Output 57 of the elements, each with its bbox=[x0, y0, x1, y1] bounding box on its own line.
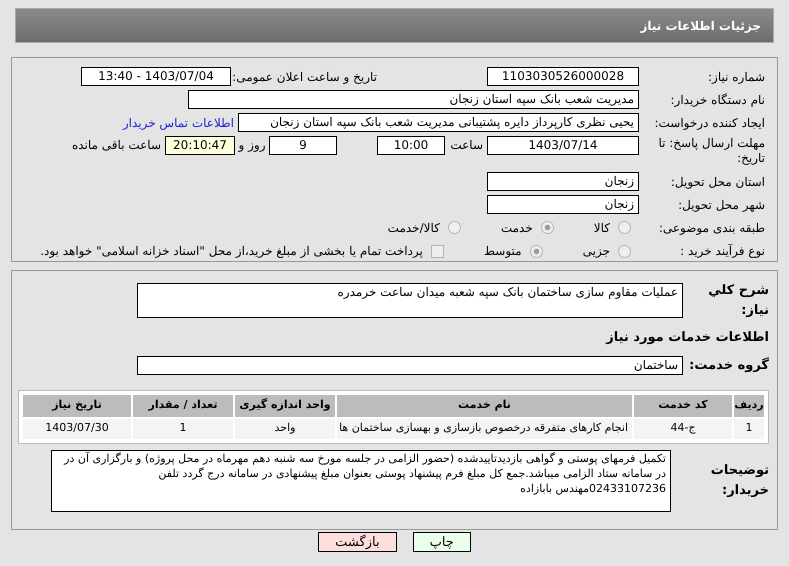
contact-link[interactable]: اطلاعات تماس خریدار bbox=[122, 114, 238, 132]
field-label: نوع فرآیند خرید : bbox=[679, 243, 766, 260]
radio-label: کالا bbox=[594, 220, 610, 237]
field-label: استان محل تحویل: bbox=[670, 174, 766, 190]
print-button[interactable]: چاپ bbox=[412, 532, 471, 552]
text-field[interactable]: ساختمان bbox=[137, 356, 683, 376]
column-header: نام خدمت bbox=[337, 394, 632, 416]
radio-label: کالا/خدمت bbox=[388, 220, 440, 237]
checkbox[interactable] bbox=[430, 244, 444, 258]
field-label: روز و bbox=[237, 137, 266, 154]
text-field[interactable]: یحیی نظری کارپرداز دایره پشتیبانی مدیریت شعب بانک سپه استان زنجان bbox=[238, 113, 639, 132]
column-header: واحد اندازه گیری bbox=[235, 394, 335, 416]
table-cell: 1 bbox=[133, 418, 233, 438]
table-cell: واحد bbox=[235, 418, 335, 438]
page-title: جزئیات اطلاعات نیاز bbox=[640, 18, 761, 34]
field-label: ایجاد کننده درخواست: bbox=[653, 114, 766, 132]
text-field[interactable]: 20:10:47 bbox=[165, 136, 235, 155]
table-cell: ج-44 bbox=[634, 418, 732, 438]
checkbox-label: پرداخت تمام یا بخشی از مبلغ خرید،از محل "اسناد خزانه اسلامی" خواهد بود. bbox=[40, 243, 423, 260]
text-field[interactable]: 1103030526000028 bbox=[487, 67, 639, 86]
text-field[interactable]: 9 bbox=[269, 136, 337, 155]
field-label: شرح کلي نياز: bbox=[707, 282, 769, 320]
text-field[interactable]: 10:00 bbox=[377, 136, 445, 155]
text-field[interactable]: 1403/07/04 - 13:40 bbox=[81, 67, 231, 86]
radio-button[interactable] bbox=[618, 244, 631, 258]
notes-textarea[interactable]: تکمیل فرمهای پوستی و گواهی بازدیدتاییدشده (حضور الزامی در جلسه مورخ سه شنبه دهم مهرماه در محل پروژه) و بارگزاری آن در در سامانه ستاد الزامی میباشد.جمع کل مبلغ فرم پیشنهاد پوستی بعنوان مبلغ پیشنهادی در سامانه درج گردد تلفن 02433107236مهندس بابازاده bbox=[51, 450, 671, 512]
field-label: نام دستگاه خریدار: bbox=[670, 92, 766, 108]
text-field[interactable]: زنجان bbox=[487, 172, 639, 191]
column-header: کد خدمت bbox=[634, 394, 732, 416]
radio-label: متوسط bbox=[484, 243, 522, 260]
field-label: ساعت باقی مانده bbox=[72, 137, 162, 154]
table-cell: 1403/07/30 bbox=[23, 418, 131, 438]
field-label: شماره نیاز: bbox=[707, 68, 766, 86]
field-label: شهر محل تحویل: bbox=[677, 196, 766, 214]
field-label: تاریخ و ساعت اعلان عمومی: bbox=[231, 68, 378, 86]
table-cell: 1 bbox=[734, 418, 764, 438]
column-header: ردیف bbox=[734, 394, 764, 416]
description-textarea[interactable]: عملیات مقاوم سازی ساختمان بانک سپه شعبه میدان ساعت خرمدره bbox=[137, 283, 683, 318]
radio-label: خدمت bbox=[500, 220, 533, 237]
text-field[interactable]: زنجان bbox=[487, 195, 639, 214]
field-label: توضیحات خریدار: bbox=[710, 462, 769, 500]
radio-button[interactable] bbox=[448, 221, 461, 234]
back-button[interactable]: بازگشت bbox=[318, 532, 397, 552]
radio-label: جزیی bbox=[582, 243, 610, 260]
radio-button[interactable] bbox=[618, 221, 631, 234]
text-field[interactable]: مدیریت شعب بانک سپه استان زنجان bbox=[188, 90, 639, 109]
radio-button[interactable] bbox=[540, 221, 554, 234]
field-label: ساعت bbox=[449, 137, 484, 154]
text-field[interactable]: 1403/07/14 bbox=[487, 136, 639, 155]
column-header: تاریخ نیاز bbox=[23, 394, 131, 416]
field-label: طبقه بندی موضوعی: bbox=[658, 220, 766, 237]
radio-button[interactable] bbox=[530, 244, 543, 258]
field-label: گروه خدمت: bbox=[688, 356, 769, 375]
section-heading: اطلاعات خدمات مورد نیاز bbox=[604, 329, 769, 347]
column-header: تعداد / مقدار bbox=[133, 394, 233, 416]
table-cell: انجام کارهای متفرقه درخصوص بازسازی و بهسازی ساختمان ها bbox=[337, 418, 632, 438]
field-label: مهلت ارسال پاسخ: تا تاریخ: bbox=[657, 136, 766, 166]
